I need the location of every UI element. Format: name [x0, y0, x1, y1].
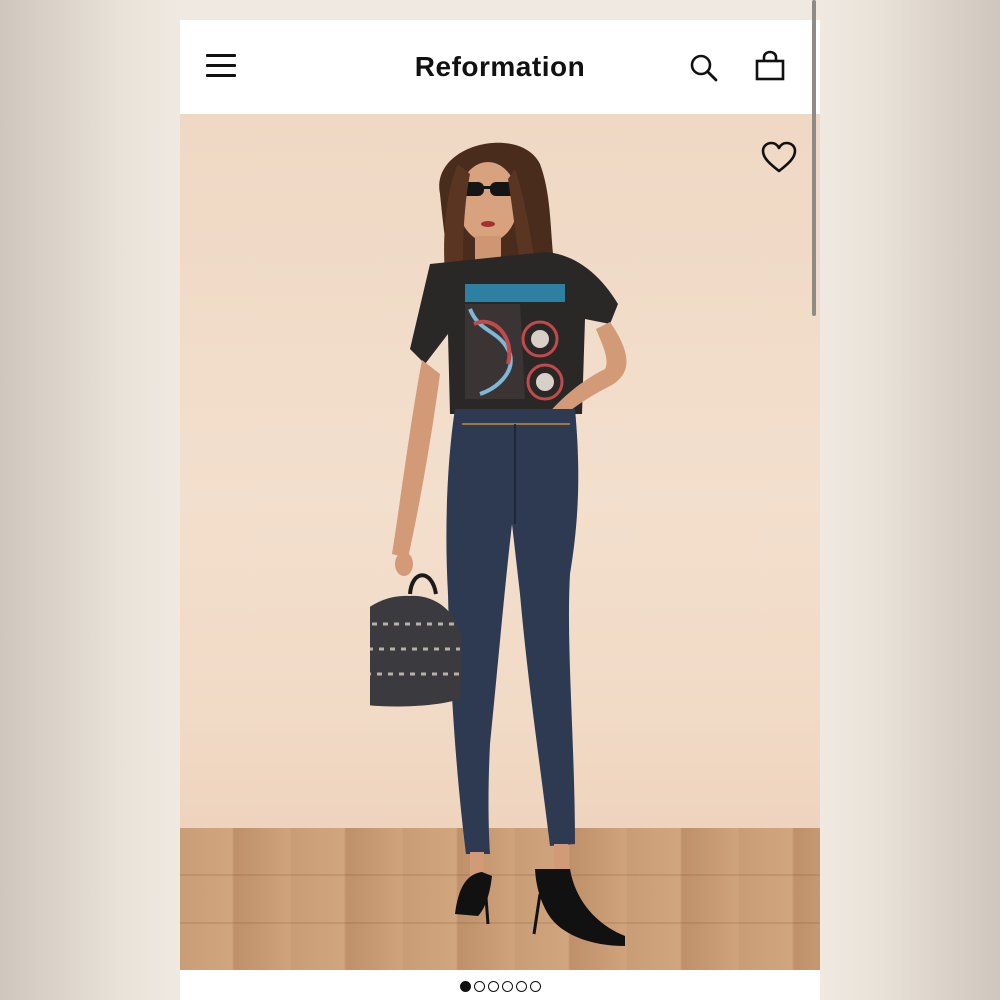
- pagination-dot-5[interactable]: [515, 980, 527, 992]
- site-header: Reformation: [180, 20, 820, 114]
- mobile-viewport: Reformation: [180, 20, 820, 1000]
- menu-button[interactable]: [206, 51, 236, 81]
- menu-icon-bar: [206, 74, 236, 77]
- shopping-bag-button[interactable]: [754, 50, 786, 82]
- product-image[interactable]: [180, 114, 820, 970]
- brand-logo[interactable]: Reformation: [415, 51, 585, 83]
- heart-icon: [761, 141, 797, 173]
- search-button[interactable]: [688, 52, 720, 84]
- pagination-dot-4[interactable]: [501, 980, 513, 992]
- pagination-dot-1[interactable]: [459, 980, 471, 992]
- menu-icon: [206, 54, 236, 57]
- scrollbar[interactable]: [812, 0, 816, 316]
- favorite-button[interactable]: [760, 140, 798, 174]
- menu-icon-bar: [206, 64, 236, 67]
- model-figure: [370, 142, 627, 946]
- search-icon: [690, 54, 718, 82]
- shopping-bag-icon: [755, 50, 785, 81]
- pagination-dot-3[interactable]: [487, 980, 499, 992]
- pagination-dot-6[interactable]: [529, 980, 541, 992]
- pagination-dot-2[interactable]: [473, 980, 485, 992]
- gallery-pagination: [180, 976, 820, 996]
